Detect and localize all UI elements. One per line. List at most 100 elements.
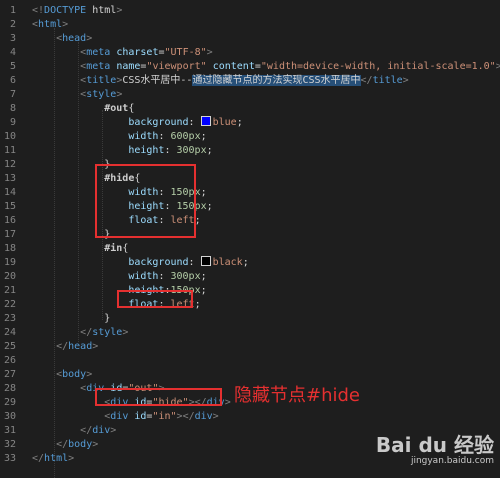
code-line[interactable]: 17 }: [0, 228, 500, 242]
color-swatch-icon[interactable]: [200, 116, 211, 126]
code-token: ;: [200, 131, 207, 142]
code-token: >: [122, 327, 129, 338]
line-code: <div id="in"></div>: [32, 410, 218, 424]
code-token: html: [38, 19, 63, 30]
code-token: #out: [104, 103, 129, 114]
line-code: height: 300px;: [32, 144, 212, 158]
line-number: 11: [3, 145, 16, 156]
line-code: <!DOCTYPE html>: [32, 4, 122, 18]
code-line[interactable]: 1 <!DOCTYPE html>: [0, 4, 500, 18]
code-token: </: [56, 341, 69, 352]
code-line[interactable]: 2 <html>: [0, 18, 500, 32]
code-token: DOCTYPE: [44, 5, 87, 16]
color-swatch-icon[interactable]: [200, 256, 211, 266]
code-token: head: [62, 33, 87, 44]
code-line[interactable]: 21 height:150px;: [0, 284, 500, 298]
code-line[interactable]: 9 background: blue;: [0, 116, 500, 130]
code-line[interactable]: 13 #hide{: [0, 172, 500, 186]
line-code: <html>: [32, 18, 68, 32]
code-token: "viewport": [146, 61, 207, 72]
code-token: {: [128, 103, 135, 114]
line-number: 2: [9, 19, 16, 30]
code-line[interactable]: 4 <meta charset="UTF-8">: [0, 46, 500, 60]
line-code: </style>: [32, 326, 128, 340]
code-line[interactable]: 11 height: 300px;: [0, 144, 500, 158]
code-token: </: [56, 439, 69, 450]
code-token: div: [194, 411, 213, 422]
code-token: charset: [116, 47, 159, 58]
line-number: 6: [9, 75, 16, 86]
line-code: #in{: [32, 242, 128, 256]
code-token: </: [32, 453, 45, 464]
line-number: 29: [3, 397, 16, 408]
code-token: id: [134, 411, 147, 422]
code-token: blue: [212, 117, 237, 128]
watermark-url: jingyan.baidu.com: [410, 456, 494, 466]
code-token: >: [224, 397, 231, 408]
code-line[interactable]: 16 float: left;: [0, 214, 500, 228]
code-token: >: [86, 33, 93, 44]
line-number: 31: [3, 425, 16, 436]
code-token: {: [122, 243, 129, 254]
line-number: 27: [3, 369, 16, 380]
line-code: </div>: [32, 424, 116, 438]
code-token: ;: [206, 201, 213, 212]
code-line[interactable]: 25 </head>: [0, 340, 500, 354]
code-line[interactable]: 23 }: [0, 312, 500, 326]
line-number: 26: [3, 355, 16, 366]
code-line[interactable]: 3 <head>: [0, 32, 500, 46]
code-token: content: [212, 61, 255, 72]
watermark-logo: Bai du 经验: [376, 434, 494, 456]
code-line[interactable]: 5 <meta name="viewport" content="width=d…: [0, 60, 500, 74]
line-number: 19: [3, 257, 16, 268]
line-code: width: 300px;: [32, 270, 206, 284]
code-line[interactable]: 12 }: [0, 158, 500, 172]
code-editor[interactable]: 1 <!DOCTYPE html> 2 <html> 3 <head> 4 <meta c…: [0, 0, 500, 478]
watermark-logo-text: Bai du 经验: [375, 433, 494, 457]
code-line[interactable]: 7 <style>: [0, 88, 500, 102]
code-token: meta: [86, 47, 111, 58]
line-number: 9: [9, 117, 16, 128]
code-line[interactable]: 8 #out{: [0, 102, 500, 116]
code-line[interactable]: 24 </style>: [0, 326, 500, 340]
code-line[interactable]: 19 background: black;: [0, 256, 500, 270]
highlight-box-hide-div: [95, 388, 222, 406]
line-code: </body>: [32, 438, 98, 452]
line-code: #out{: [32, 102, 134, 116]
code-line[interactable]: 22 float: left;: [0, 298, 500, 312]
code-token: black: [212, 257, 243, 268]
code-token: >: [92, 341, 99, 352]
code-token: >: [86, 369, 93, 380]
line-number: 5: [9, 61, 16, 72]
code-token: 300px: [176, 145, 207, 156]
code-line[interactable]: 10 width: 600px;: [0, 130, 500, 144]
code-token: :: [158, 131, 171, 142]
line-code: </html>: [32, 452, 74, 466]
code-token: background: [128, 117, 189, 128]
code-token: </: [80, 425, 93, 436]
code-token: </: [360, 75, 373, 86]
code-line[interactable]: 6 <title>CSS水平居中--通过隐藏节点的方法实现CSS水平居中</ti…: [0, 74, 500, 88]
code-line[interactable]: 15 height: 150px;: [0, 200, 500, 214]
code-line[interactable]: 18 #in{: [0, 242, 500, 256]
code-line[interactable]: 27 <body>: [0, 368, 500, 382]
code-line[interactable]: 20 width: 300px;: [0, 270, 500, 284]
code-line[interactable]: 30 <div id="in"></div>: [0, 410, 500, 424]
code-token: background: [128, 257, 189, 268]
line-code: width: 600px;: [32, 130, 207, 144]
code-line[interactable]: 14 width: 150px;: [0, 186, 500, 200]
code-token: CSS水平居中--: [122, 75, 193, 86]
code-token: ;: [236, 117, 243, 128]
code-line[interactable]: 26: [0, 354, 500, 368]
line-number: 33: [3, 453, 16, 464]
code-token: "in": [152, 411, 177, 422]
code-token: >: [206, 47, 213, 58]
